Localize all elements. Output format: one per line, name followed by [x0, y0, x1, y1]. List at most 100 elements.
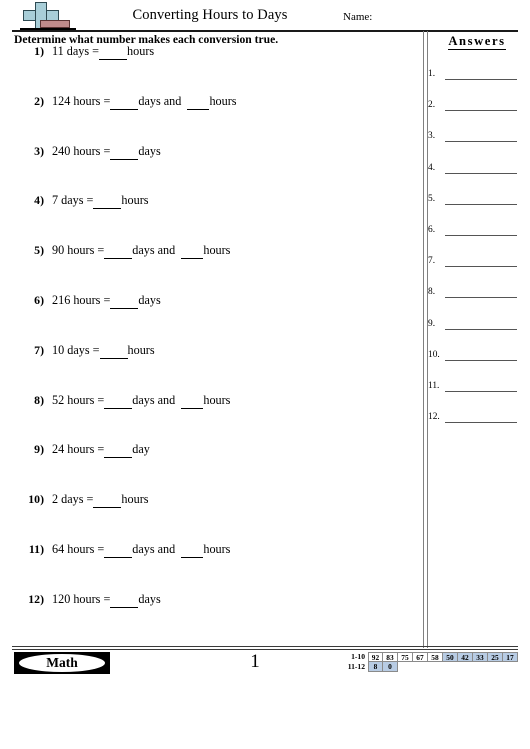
question-prompt: 7 days = — [52, 193, 94, 208]
answer-blank-input[interactable] — [104, 442, 133, 459]
answer-line-input[interactable] — [445, 235, 517, 236]
question-body: 7 days = hours — [52, 193, 149, 210]
answer-line-input[interactable] — [445, 297, 517, 299]
question-unit: hours — [203, 243, 231, 258]
question-prompt: 2 days = — [52, 492, 94, 507]
question-unit: days — [138, 293, 161, 307]
answer-blank-input[interactable] — [110, 592, 139, 608]
answer-line-input[interactable] — [445, 391, 517, 392]
answer-line-input[interactable] — [445, 172, 517, 174]
answer-blank-input[interactable] — [181, 243, 204, 260]
question-unit: days — [132, 542, 155, 556]
question-prompt: 64 hours = — [52, 542, 105, 556]
answer-number: 3. — [428, 131, 436, 142]
answer-line-input[interactable] — [445, 328, 517, 330]
answer-blank-input[interactable] — [93, 492, 122, 509]
question-prompt: 90 hours = — [52, 243, 105, 258]
answer-line-input[interactable] — [445, 110, 517, 112]
answer-number: 2. — [428, 100, 436, 111]
question-number: 2) — [34, 93, 44, 108]
answer-blank-input[interactable] — [93, 193, 122, 210]
answers-panel: Answers 1. 2. 3. 4. 5. 6. 7. 8. 9. 10. 11. 12. — [428, 31, 528, 648]
score-cell: 42 — [458, 652, 473, 662]
score-cell: 92 — [368, 652, 383, 662]
score-grid: 1-10 92 83 75 67 58 50 42 33 25 17 11-12 8 0 — [344, 652, 518, 672]
question-number: 5) — [34, 243, 44, 258]
question-body: 216 hours = days — [52, 293, 161, 309]
answer-blank-input[interactable] — [187, 94, 210, 110]
question-unit: hours — [127, 44, 155, 58]
question-body: 52 hours = days and hours — [52, 393, 230, 409]
question-unit: hours — [127, 342, 155, 357]
answer-blank-input[interactable] — [110, 94, 139, 110]
answer-blank-input[interactable] — [104, 243, 133, 260]
question-number: 4) — [34, 193, 44, 208]
answer-line-input[interactable] — [445, 203, 517, 205]
answer-number: 6. — [428, 225, 436, 235]
answer-line-input[interactable] — [445, 266, 517, 268]
footer-divider — [12, 646, 518, 650]
score-cell: 83 — [383, 652, 398, 662]
answer-number: 9. — [428, 318, 436, 329]
answer-blank-input[interactable] — [110, 293, 139, 309]
answer-line-input[interactable] — [445, 422, 517, 424]
answer-blank-input[interactable] — [104, 542, 133, 558]
question-body: 90 hours = days and hours — [52, 243, 231, 260]
divider-line-left — [423, 31, 424, 648]
question-number: 11) — [28, 542, 44, 556]
answer-number: 4. — [428, 162, 436, 173]
answer-blank-input[interactable] — [110, 144, 139, 160]
question-body: 2 days = hours — [52, 492, 149, 509]
score-cell: 8 — [368, 662, 383, 672]
score-cell: 75 — [398, 652, 413, 662]
question-number: 6) — [34, 293, 44, 307]
question-number: 10) — [28, 492, 44, 507]
question-body: 10 days = hours — [52, 343, 155, 359]
question-prompt: 216 hours = — [52, 293, 111, 307]
answer-blank-input[interactable] — [181, 542, 204, 558]
answers-heading: Answers — [428, 34, 526, 50]
answer-blank-input[interactable] — [99, 343, 128, 359]
answer-blank-input[interactable] — [181, 393, 204, 409]
answer-number: 12. — [428, 412, 440, 423]
question-prompt: 52 hours = — [52, 392, 105, 407]
question-number: 9) — [34, 442, 44, 457]
answer-number: 8. — [428, 287, 436, 298]
score-row-label: 11-12 — [347, 662, 365, 671]
question-prompt: 120 hours = — [52, 591, 111, 606]
question-prompt: 10 days = — [52, 342, 100, 357]
score-cell: 67 — [413, 652, 428, 662]
question-body: 24 hours = day — [52, 442, 150, 459]
score-cell: 0 — [383, 662, 398, 672]
answer-blank-input[interactable] — [104, 393, 133, 409]
question-conjunction: and — [154, 243, 182, 258]
question-prompt: 11 days = — [52, 44, 100, 58]
question-prompt: 124 hours = — [52, 93, 111, 108]
score-cells: 80 — [368, 662, 398, 672]
score-row-label: 1-10 — [351, 652, 365, 661]
question-number: 12) — [28, 591, 44, 606]
worksheet-header: Converting Hours to Days Name: — [0, 0, 530, 32]
question-body: 11 days = hours — [52, 44, 154, 60]
question-unit: hours — [203, 392, 231, 407]
score-cell: 50 — [443, 652, 458, 662]
answer-number: 5. — [428, 193, 436, 204]
question-unit: days — [138, 93, 161, 108]
question-body: 120 hours = days — [52, 592, 161, 608]
score-cells: 92 83 75 67 58 50 42 33 25 17 — [368, 652, 518, 662]
answer-line-input[interactable] — [445, 79, 517, 80]
question-unit: days — [132, 243, 155, 258]
answers-heading-text: Answers — [448, 34, 506, 50]
answer-number: 11. — [428, 381, 440, 391]
question-number: 7) — [34, 342, 44, 357]
answer-blank-input[interactable] — [99, 44, 128, 60]
question-number: 1) — [34, 44, 44, 58]
question-unit: days — [132, 392, 155, 407]
answer-number: 7. — [428, 256, 436, 267]
question-body: 64 hours = days and hours — [52, 542, 230, 558]
answer-line-input[interactable] — [445, 359, 517, 361]
answer-line-input[interactable] — [445, 141, 517, 143]
score-grid-row: 11-12 8 0 — [344, 662, 518, 672]
question-prompt: 240 hours = — [52, 143, 111, 158]
page-number: 1 — [250, 651, 260, 672]
